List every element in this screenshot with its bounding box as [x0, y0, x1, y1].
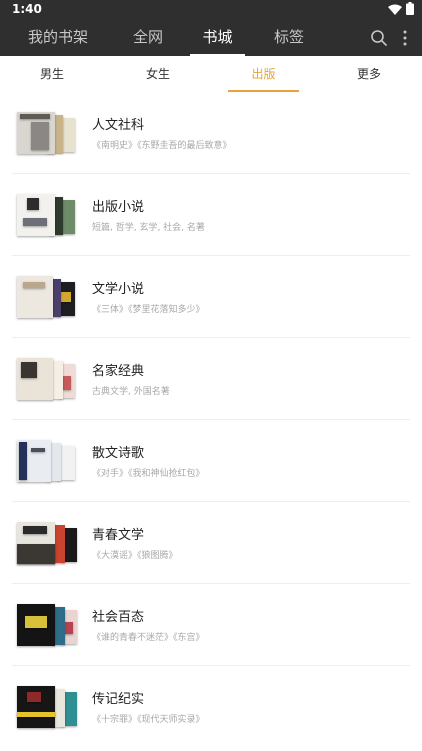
- book-cover-stack: [17, 110, 77, 156]
- category-title: 名家经典: [92, 364, 145, 379]
- book-cover-stack: [17, 438, 77, 484]
- book-cover-stack: [17, 192, 77, 238]
- wifi-icon: [388, 0, 402, 19]
- category-desc: 《谁的青春不迷茫》《东宫》: [92, 633, 205, 643]
- category-desc: 短篇, 哲学, 玄学, 社会, 名著: [92, 223, 205, 233]
- category-title: 文学小说: [92, 282, 145, 297]
- tab-all-web[interactable]: 全网: [118, 19, 178, 56]
- subtab-more[interactable]: 更多: [335, 56, 403, 92]
- category-title: 散文诗歌: [92, 446, 145, 461]
- category-desc: 古典文学, 外国名著: [92, 387, 170, 397]
- category-desc: 《南明史》《东野圭吾的最后致意》: [92, 141, 232, 151]
- category-item-youth-literature[interactable]: 青春文学 《大漠谣》《狼图腾》: [0, 502, 422, 584]
- battery-icon: [406, 0, 414, 19]
- category-item-society[interactable]: 社会百态 《谁的青春不迷茫》《东宫》: [0, 584, 422, 666]
- category-desc: 《对手》《我和神仙抢红包》: [92, 469, 205, 479]
- category-title: 传记纪实: [92, 692, 145, 707]
- tab-bookshelf[interactable]: 我的书架: [16, 19, 100, 56]
- subtab-female[interactable]: 女生: [124, 56, 192, 92]
- book-cover-stack: [17, 274, 77, 320]
- category-item-published-novels[interactable]: 出版小说 短篇, 哲学, 玄学, 社会, 名著: [0, 174, 422, 256]
- top-nav: 我的书架 全网 书城 标签: [0, 19, 422, 56]
- category-item-prose-poetry[interactable]: 散文诗歌 《对手》《我和神仙抢红包》: [0, 420, 422, 502]
- category-item-humanities[interactable]: 人文社科 《南明史》《东野圭吾的最后致意》: [0, 92, 422, 174]
- category-item-biography[interactable]: 传记纪实 《十宗罪》《现代天师实录》: [0, 666, 422, 748]
- sub-nav: 男生 女生 出版 更多: [0, 56, 422, 92]
- category-desc: 《大漠谣》《狼图腾》: [92, 551, 178, 561]
- category-item-classics[interactable]: 名家经典 古典文学, 外国名著: [0, 338, 422, 420]
- status-time: 1:40: [12, 2, 42, 16]
- subtab-male[interactable]: 男生: [18, 56, 86, 92]
- book-cover-stack: [17, 602, 77, 648]
- category-title: 人文社科: [92, 118, 145, 133]
- status-icons: [388, 0, 414, 19]
- category-title: 青春文学: [92, 528, 145, 543]
- category-title: 出版小说: [92, 200, 145, 215]
- category-item-literary-fiction[interactable]: 文学小说 《三体》《梦里花落知多少》: [0, 256, 422, 338]
- tab-bookstore[interactable]: 书城: [190, 19, 245, 56]
- subtab-publish[interactable]: 出版: [228, 56, 299, 92]
- search-icon[interactable]: [369, 28, 389, 48]
- more-vertical-icon[interactable]: [398, 28, 412, 48]
- category-desc: 《三体》《梦里花落知多少》: [92, 305, 205, 315]
- book-cover-stack: [17, 356, 77, 402]
- category-title: 社会百态: [92, 610, 145, 625]
- tab-tags[interactable]: 标签: [259, 19, 319, 56]
- book-cover-stack: [17, 684, 77, 730]
- category-desc: 《十宗罪》《现代天师实录》: [92, 715, 205, 725]
- status-bar: 1:40: [0, 0, 422, 19]
- book-cover-stack: [17, 520, 77, 566]
